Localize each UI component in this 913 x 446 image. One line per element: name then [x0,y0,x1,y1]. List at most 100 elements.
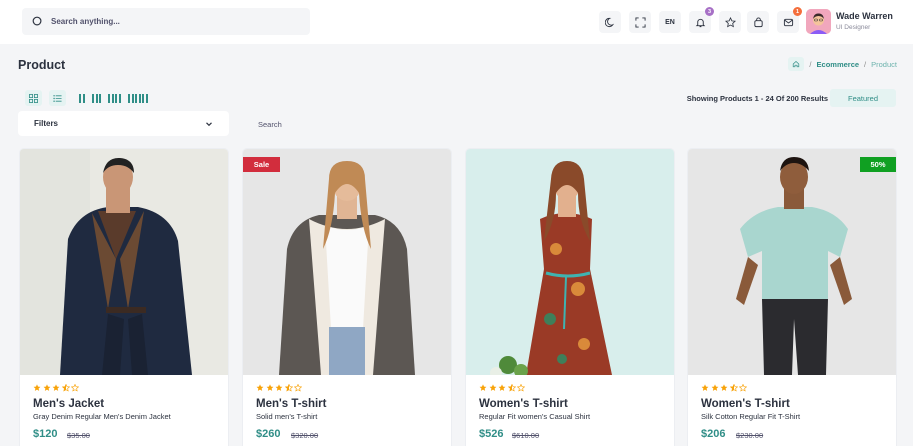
grid-view-button[interactable] [25,90,42,106]
product-description: Silk Cotton Regular Fit T-Shirt [701,412,801,421]
discount-badge: 50% [860,157,896,172]
product-card[interactable]: Men's Jacket Gray Denim Regular Men's De… [19,148,229,446]
dark-mode-button[interactable] [599,11,621,33]
filters-label: Filters [34,119,59,128]
product-old-price: $320.00 [291,431,319,440]
star-outline-icon [71,384,79,392]
language-button[interactable]: EN [659,11,681,33]
product-rating [33,384,79,392]
product-photo-tshirt [688,149,896,375]
global-search-input[interactable]: Search anything... [22,8,310,35]
product-image[interactable] [243,149,451,375]
bell-icon [695,18,705,27]
star-filled-icon [33,384,41,391]
notifications-badge: 3 [705,7,714,16]
star-filled-icon [256,384,264,391]
language-label: EN [665,18,675,26]
avatar-illustration [806,9,831,34]
product-name[interactable]: Men's T-shirt [256,398,326,410]
product-old-price: $35.00 [67,431,90,440]
grid-4-columns-button[interactable] [108,94,121,103]
user-role: UI Designer [836,24,871,31]
moon-icon [604,17,614,27]
bookmark-button[interactable] [719,11,741,33]
chevron-down-icon [206,121,212,126]
star-filled-icon [266,384,273,391]
breadcrumb-ecommerce[interactable]: Ecommerce [817,60,860,69]
product-price: $260 [256,428,281,440]
product-description: Regular Fit women's Casual Shirt [479,412,591,421]
fullscreen-button[interactable] [629,11,651,33]
product-description: Solid men's T-shirt [256,412,318,421]
star-half-icon [61,384,70,392]
star-icon [724,16,736,27]
star-filled-icon [479,384,487,391]
product-name[interactable]: Women's T-shirt [479,398,568,410]
product-price: $206 [701,428,726,440]
shopping-bag-button[interactable] [747,11,769,33]
messages-badge: 1 [793,7,802,16]
product-name[interactable]: Women's T-shirt [701,398,790,410]
page-title: Product [18,58,66,72]
list-icon [53,94,62,102]
search-icon [32,16,42,26]
breadcrumb-separator: / [809,59,812,69]
product-card[interactable]: Sale Men's T-shirt Solid men's T-shirt $… [242,148,452,446]
star-filled-icon [720,384,728,391]
breadcrumb-current: Product [871,59,897,69]
top-header: Search anything... EN 3 1 Wade Warren UI… [0,0,913,44]
product-image[interactable] [688,149,896,375]
global-search-placeholder: Search anything... [51,17,120,26]
product-card[interactable]: Women's T-shirt Regular Fit women's Casu… [465,148,675,446]
star-outline-icon [294,384,302,392]
message-icon [783,18,793,26]
product-search-input[interactable]: Search [249,113,894,135]
product-image[interactable] [466,149,674,375]
product-card[interactable]: 50% Women's T-shirt Silk Cotton Regular … [687,148,897,446]
breadcrumb-home[interactable] [788,57,805,71]
sale-badge: Sale [243,157,280,172]
notifications-button[interactable]: 3 [689,7,714,33]
star-half-icon [284,384,293,392]
star-outline-icon [739,384,747,392]
star-filled-icon [701,384,709,391]
product-search-placeholder: Search [258,119,282,129]
breadcrumb-separator: / [864,59,867,69]
grid-icon [29,93,38,103]
expand-icon [634,16,646,28]
star-filled-icon [498,384,506,391]
product-photo-coat [243,149,451,375]
product-old-price: $230.00 [736,431,764,440]
product-photo-jacket [20,149,228,375]
product-rating [256,384,302,392]
product-rating [479,384,525,392]
product-price: $526 [479,428,504,440]
user-name[interactable]: Wade Warren [836,11,893,21]
star-outline-icon [517,384,525,392]
star-filled-icon [711,384,718,391]
product-price: $120 [33,428,58,440]
star-half-icon [729,384,738,392]
star-filled-icon [43,384,50,391]
bag-icon [753,16,763,27]
product-image[interactable] [20,149,228,375]
star-filled-icon [489,384,496,391]
sort-select[interactable]: Featured [830,89,896,107]
breadcrumb: / Ecommerce / Product [788,57,897,71]
filters-dropdown[interactable]: Filters [18,111,229,136]
star-half-icon [507,384,516,392]
user-avatar[interactable] [806,9,831,34]
star-filled-icon [52,384,60,391]
grid-3-columns-button[interactable] [92,94,101,103]
product-photo-dress [466,149,674,375]
grid-6-columns-button[interactable] [128,94,148,103]
results-count: Showing Products 1 - 24 Of 200 Results [686,94,828,103]
list-view-button[interactable] [49,90,66,106]
messages-button[interactable]: 1 [777,7,802,33]
star-filled-icon [275,384,283,391]
home-icon [793,60,800,68]
product-description: Gray Denim Regular Men's Denim Jacket [33,412,171,421]
product-old-price: $610.00 [512,431,540,440]
product-name[interactable]: Men's Jacket [33,398,104,410]
grid-2-columns-button[interactable] [79,94,85,103]
